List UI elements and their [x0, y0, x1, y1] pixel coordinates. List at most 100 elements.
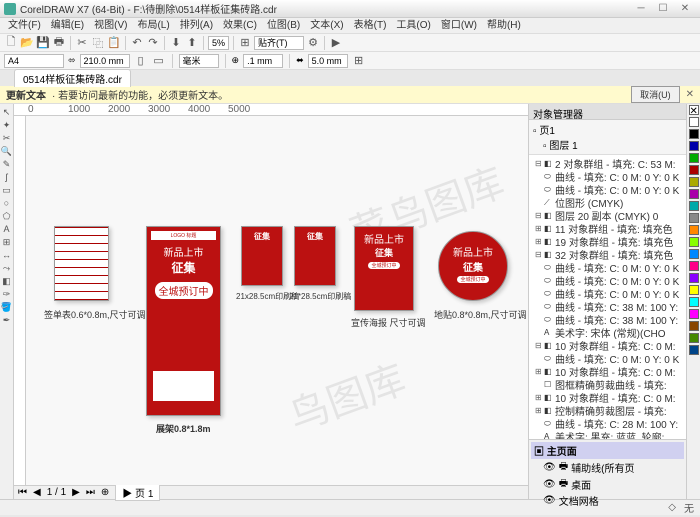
- text-tool-icon[interactable]: A: [1, 223, 13, 235]
- last-page-icon[interactable]: ⏭: [86, 487, 95, 498]
- undo-icon[interactable]: ↶: [130, 36, 144, 50]
- menu-item[interactable]: 效果(C): [219, 18, 261, 33]
- polygon-tool-icon[interactable]: ⬠: [1, 210, 13, 222]
- zoom-tool-icon[interactable]: 🔍: [1, 145, 13, 157]
- color-swatch[interactable]: [689, 153, 699, 163]
- portrait-icon[interactable]: ▯: [134, 54, 148, 68]
- color-swatch[interactable]: [689, 345, 699, 355]
- color-swatch[interactable]: [689, 261, 699, 271]
- prev-page-icon[interactable]: ◀: [33, 487, 41, 498]
- master-page-header[interactable]: ▣ 主页面: [531, 442, 684, 459]
- color-swatch[interactable]: [689, 213, 699, 223]
- menu-item[interactable]: 位图(B): [263, 18, 304, 33]
- page-size-dropdown[interactable]: A4: [4, 54, 64, 68]
- notification-close-icon[interactable]: ✕: [686, 89, 694, 100]
- rectangle-tool-icon[interactable]: ▭: [1, 184, 13, 196]
- freehand-tool-icon[interactable]: ✎: [1, 158, 13, 170]
- new-icon[interactable]: 🗋: [4, 36, 18, 50]
- options-icon[interactable]: ⚙: [306, 36, 320, 50]
- table-tool-icon[interactable]: ⊞: [1, 236, 13, 248]
- export-icon[interactable]: ⬆: [185, 36, 199, 50]
- first-page-icon[interactable]: ⏮: [18, 487, 27, 498]
- launch-icon[interactable]: ▶: [329, 36, 343, 50]
- grid-icon[interactable]: ⊞: [352, 54, 366, 68]
- dimension-tool-icon[interactable]: ↔: [1, 249, 13, 261]
- maximize-button[interactable]: ☐: [652, 2, 674, 16]
- artboard-print-a[interactable]: 征集: [241, 226, 283, 286]
- color-swatch[interactable]: [689, 177, 699, 187]
- page-tab[interactable]: ▶ 页 1: [115, 484, 160, 501]
- menu-item[interactable]: 工具(O): [392, 18, 434, 33]
- outline-indicator[interactable]: 无: [684, 500, 694, 515]
- menu-item[interactable]: 表格(T): [350, 18, 391, 33]
- color-swatch[interactable]: [689, 237, 699, 247]
- object-tree[interactable]: ⊟◧2 对象群组 - 填充: C: 53 M:⬭曲线 - 填充: C: 0 M:…: [529, 155, 686, 439]
- artboard-print-b[interactable]: 征集: [294, 226, 336, 286]
- save-icon[interactable]: 💾: [36, 36, 50, 50]
- artboard-banner[interactable]: LOGO 标题 新品上市 征集 全城预订中: [146, 226, 221, 416]
- menu-item[interactable]: 视图(V): [90, 18, 131, 33]
- color-swatch[interactable]: [689, 129, 699, 139]
- color-swatch[interactable]: [689, 117, 699, 127]
- menu-item[interactable]: 文本(X): [306, 18, 347, 33]
- print-icon[interactable]: 🖶: [52, 36, 66, 50]
- connector-tool-icon[interactable]: ⤳: [1, 262, 13, 274]
- next-page-icon[interactable]: ▶: [72, 487, 80, 498]
- ellipse-tool-icon[interactable]: ○: [1, 197, 13, 209]
- page-width-input[interactable]: 210.0 mm: [80, 54, 130, 68]
- color-swatch[interactable]: [689, 333, 699, 343]
- copy-icon[interactable]: ⿻: [91, 36, 105, 50]
- unit-dropdown[interactable]: 毫米: [179, 54, 219, 68]
- eyedropper-tool-icon[interactable]: ✑: [1, 288, 13, 300]
- artboard-signup-sheet[interactable]: [54, 226, 109, 301]
- snap-icon[interactable]: ⊞: [238, 36, 252, 50]
- color-swatch[interactable]: [689, 225, 699, 235]
- landscape-icon[interactable]: ▭: [152, 54, 166, 68]
- redo-icon[interactable]: ↷: [146, 36, 160, 50]
- layer-node[interactable]: ▫ 图层 1: [533, 137, 682, 152]
- fill-tool-icon[interactable]: 🪣: [1, 301, 13, 313]
- color-swatch[interactable]: [689, 321, 699, 331]
- color-swatch[interactable]: [689, 201, 699, 211]
- color-swatch[interactable]: [689, 249, 699, 259]
- minimize-button[interactable]: ─: [630, 2, 652, 16]
- paste-icon[interactable]: 📋: [107, 36, 121, 50]
- artboard-floor-sticker[interactable]: 新品上市 征集 全城预订中: [438, 231, 508, 301]
- add-page-icon[interactable]: ⊕: [101, 487, 109, 498]
- color-swatch[interactable]: [689, 285, 699, 295]
- color-swatch[interactable]: [689, 297, 699, 307]
- open-icon[interactable]: 📂: [20, 36, 34, 50]
- zoom-dropdown[interactable]: 5%: [208, 36, 229, 50]
- active-document-tab[interactable]: 0514样板征集砖路.cdr: [14, 69, 131, 87]
- effects-tool-icon[interactable]: ◧: [1, 275, 13, 287]
- artistic-tool-icon[interactable]: ʃ: [1, 171, 13, 183]
- menu-item[interactable]: 帮助(H): [483, 18, 525, 33]
- import-icon[interactable]: ⬇: [169, 36, 183, 50]
- color-swatch[interactable]: [689, 141, 699, 151]
- menu-item[interactable]: 布局(L): [133, 18, 173, 33]
- notification-dismiss-button[interactable]: 取消(U): [631, 86, 680, 103]
- fill-indicator[interactable]: ◇: [668, 502, 676, 513]
- no-color-swatch[interactable]: ✕: [689, 105, 699, 115]
- artboard-poster[interactable]: 新品上市 征集 全城预订中: [354, 226, 414, 311]
- crop-tool-icon[interactable]: ✂: [1, 132, 13, 144]
- color-swatch[interactable]: [689, 273, 699, 283]
- cut-icon[interactable]: ✂: [75, 36, 89, 50]
- canvas[interactable]: 菜鸟图库 鸟图库 签单表0.6*0.8m,尺寸可调 LOGO 标题 新品上市 征…: [26, 116, 528, 485]
- color-swatch[interactable]: [689, 189, 699, 199]
- tree-item[interactable]: A美术字: 黑充: 蓝蓝, 轮廓:: [531, 430, 684, 439]
- shape-tool-icon[interactable]: ✦: [1, 119, 13, 131]
- outline-tool-icon[interactable]: ✒: [1, 314, 13, 326]
- snap-dropdown[interactable]: 贴齐(T): [254, 36, 304, 50]
- pick-tool-icon[interactable]: ↖: [1, 106, 13, 118]
- menu-item[interactable]: 排列(A): [176, 18, 217, 33]
- menu-item[interactable]: 编辑(E): [47, 18, 88, 33]
- menu-item[interactable]: 文件(F): [4, 18, 45, 33]
- menu-item[interactable]: 窗口(W): [437, 18, 481, 33]
- color-swatch[interactable]: [689, 309, 699, 319]
- nudge-input[interactable]: .1 mm: [243, 54, 283, 68]
- dup-x-input[interactable]: 5.0 mm: [308, 54, 348, 68]
- color-swatch[interactable]: [689, 165, 699, 175]
- page-node[interactable]: ▫ 页1: [533, 122, 682, 137]
- close-button[interactable]: ✕: [674, 2, 696, 16]
